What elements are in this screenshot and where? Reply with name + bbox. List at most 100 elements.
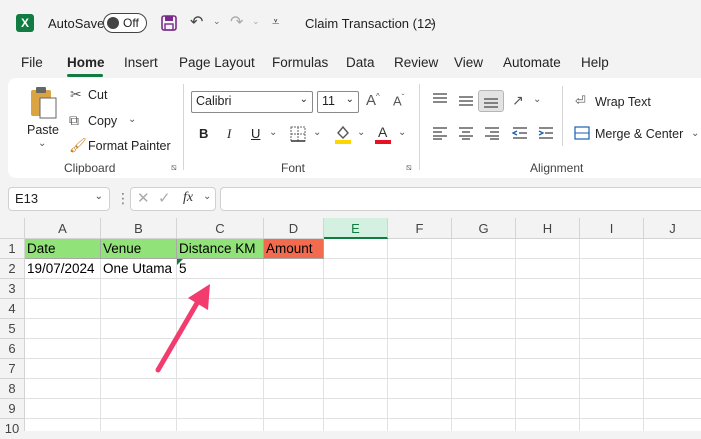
cell-b1[interactable]: Venue — [101, 239, 177, 259]
align-left-icon[interactable] — [432, 126, 448, 140]
tab-file[interactable]: File — [21, 55, 43, 70]
redo-icon[interactable]: ↷ — [230, 12, 243, 32]
name-box[interactable]: E13 ⌄ — [8, 187, 110, 211]
gridline — [25, 358, 701, 359]
orientation-icon[interactable]: ↗ — [512, 92, 524, 109]
column-header-e[interactable]: E — [324, 218, 388, 239]
merge-center-icon[interactable] — [574, 126, 590, 140]
title-dropdown-icon[interactable]: ⌄ — [427, 14, 437, 28]
paste-button[interactable]: Paste — [27, 123, 59, 137]
paste-dropdown-icon[interactable]: ⌄ — [38, 138, 46, 149]
error-indicator-icon[interactable] — [177, 259, 183, 265]
wrap-text-button[interactable]: Wrap Text — [595, 95, 651, 109]
undo-icon[interactable]: ↶ — [190, 12, 203, 32]
column-header-f[interactable]: F — [388, 218, 452, 239]
increase-indent-icon[interactable] — [538, 126, 554, 140]
font-color-icon[interactable]: A — [374, 124, 392, 144]
enter-icon[interactable]: ✓ — [158, 189, 171, 207]
row-header-2[interactable]: 2 — [0, 259, 25, 279]
column-header-b[interactable]: B — [101, 218, 177, 239]
column-header-j[interactable]: J — [644, 218, 701, 239]
underline-button[interactable]: U — [251, 126, 260, 141]
align-bottom-button[interactable] — [478, 90, 504, 112]
column-header-d[interactable]: D — [264, 218, 324, 239]
align-middle-icon[interactable] — [458, 94, 474, 108]
clipboard-launcher-icon[interactable]: ⧅ — [171, 162, 177, 173]
row-header-7[interactable]: 7 — [0, 359, 25, 379]
row-header-10[interactable]: 10 — [0, 419, 25, 436]
redo-dropdown-icon[interactable]: ⌄ — [252, 16, 260, 27]
italic-button[interactable]: I — [227, 126, 231, 142]
bold-button[interactable]: B — [199, 126, 208, 141]
copy-icon[interactable]: ⧉ — [69, 112, 79, 129]
align-top-icon[interactable] — [432, 92, 448, 106]
row-header-9[interactable]: 9 — [0, 399, 25, 419]
row-header-5[interactable]: 5 — [0, 319, 25, 339]
chevron-down-icon: ⌄ — [94, 191, 103, 202]
align-right-icon[interactable] — [484, 126, 500, 140]
tab-formulas[interactable]: Formulas — [272, 55, 328, 70]
cell-d2[interactable] — [264, 259, 324, 279]
insert-function-icon[interactable]: fx — [183, 190, 193, 206]
orientation-dropdown-icon[interactable]: ⌄ — [533, 94, 541, 105]
tab-review[interactable]: Review — [394, 55, 438, 70]
more-icon[interactable]: ⋮ — [116, 190, 130, 207]
cell-a1[interactable]: Date — [25, 239, 101, 259]
row-header-1[interactable]: 1 — [0, 239, 25, 259]
font-launcher-icon[interactable]: ⧅ — [406, 162, 412, 173]
paste-icon[interactable] — [28, 86, 58, 120]
column-header-g[interactable]: G — [452, 218, 516, 239]
column-header-h[interactable]: H — [516, 218, 580, 239]
merge-dropdown-icon[interactable]: ⌄ — [691, 128, 699, 139]
separator — [419, 84, 420, 170]
decrease-font-size-icon[interactable]: Aˇ — [393, 93, 404, 108]
font-color-dropdown-icon[interactable]: ⌄ — [398, 127, 406, 138]
borders-icon[interactable] — [290, 126, 306, 142]
cut-button[interactable]: Cut — [88, 88, 107, 102]
cancel-icon[interactable]: ✕ — [137, 189, 150, 207]
tab-automate[interactable]: Automate — [503, 55, 561, 70]
format-painter-icon[interactable]: 🖌 — [69, 137, 87, 154]
column-header-i[interactable]: I — [580, 218, 644, 239]
cell-a2[interactable]: 19/07/2024 — [25, 259, 101, 279]
column-header-a[interactable]: A — [25, 218, 101, 239]
cell-c1[interactable]: Distance KM — [177, 239, 264, 259]
save-icon[interactable] — [160, 14, 178, 32]
tab-insert[interactable]: Insert — [124, 55, 158, 70]
column-header-c[interactable]: C — [177, 218, 264, 239]
undo-dropdown-icon[interactable]: ⌄ — [213, 16, 221, 27]
tab-help[interactable]: Help — [581, 55, 609, 70]
font-name-dropdown[interactable]: Calibri ⌄ — [191, 91, 313, 113]
tab-home[interactable]: Home — [67, 55, 105, 70]
active-tab-indicator — [67, 74, 103, 77]
row-header-8[interactable]: 8 — [0, 379, 25, 399]
font-size-dropdown[interactable]: 11 ⌄ — [317, 91, 359, 113]
fill-color-icon[interactable] — [334, 124, 352, 144]
copy-dropdown-icon[interactable]: ⌄ — [128, 114, 136, 125]
cell-c2[interactable]: 5 — [177, 259, 264, 279]
formula-input[interactable] — [220, 187, 701, 211]
row-header-6[interactable]: 6 — [0, 339, 25, 359]
wrap-text-icon[interactable]: ⏎ — [575, 93, 586, 109]
select-all-corner[interactable] — [0, 218, 25, 239]
cell-b2[interactable]: One Utama — [101, 259, 177, 279]
cut-icon[interactable]: ✂ — [70, 86, 82, 103]
underline-dropdown-icon[interactable]: ⌄ — [269, 127, 277, 138]
merge-center-button[interactable]: Merge & Center — [595, 127, 683, 141]
cell-d1[interactable]: Amount — [264, 239, 324, 259]
tab-page-layout[interactable]: Page Layout — [179, 55, 255, 70]
tab-data[interactable]: Data — [346, 55, 375, 70]
increase-font-size-icon[interactable]: A^ — [366, 92, 380, 109]
customize-toolbar-icon[interactable]: ⩡ — [272, 14, 279, 30]
tab-view[interactable]: View — [454, 55, 483, 70]
row-header-4[interactable]: 4 — [0, 299, 25, 319]
document-title[interactable]: Claim Transaction (12) — [305, 16, 436, 31]
row-header-3[interactable]: 3 — [0, 279, 25, 299]
align-center-icon[interactable] — [458, 126, 474, 140]
borders-dropdown-icon[interactable]: ⌄ — [313, 127, 321, 138]
fill-color-dropdown-icon[interactable]: ⌄ — [357, 127, 365, 138]
copy-button[interactable]: Copy — [88, 114, 117, 128]
format-painter-button[interactable]: Format Painter — [88, 139, 171, 153]
decrease-indent-icon[interactable] — [512, 126, 528, 140]
autosave-toggle[interactable]: Off — [103, 13, 147, 33]
